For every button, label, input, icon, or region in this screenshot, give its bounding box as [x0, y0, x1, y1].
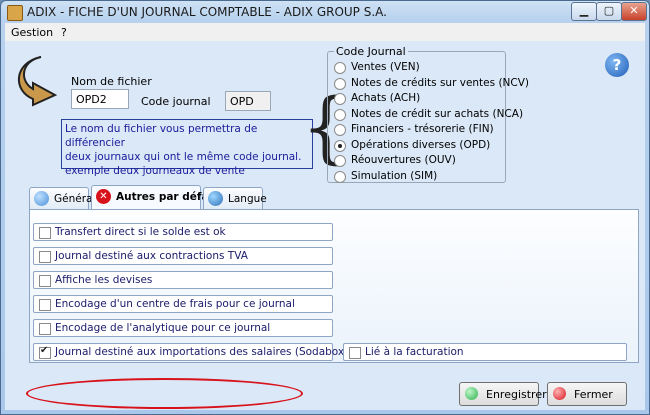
- close-button-label: Fermer: [574, 388, 613, 401]
- note-line: exemple deux journeaux de vente: [65, 165, 245, 177]
- note-line: deux journaux qui ont le même code journ…: [65, 151, 302, 163]
- checkbox[interactable]: [39, 299, 51, 311]
- radio-label: Notes de crédit sur achats (NCA): [351, 107, 524, 120]
- radio-button[interactable]: [334, 139, 346, 152]
- code-journal-label: Code journal: [141, 95, 211, 108]
- option-row[interactable]: Encodage de l'analytique pour ce journal: [33, 319, 333, 337]
- checkbox[interactable]: [39, 251, 51, 263]
- globe-icon: [34, 191, 49, 206]
- checkbox[interactable]: [39, 227, 51, 239]
- option-label: Affiche les devises: [55, 274, 153, 286]
- checkbox[interactable]: [39, 323, 51, 335]
- radio-label: Financiers - trésorerie (FIN): [351, 123, 494, 135]
- form-area: Nom de fichier OPD2 Code journal OPD Le …: [5, 41, 645, 410]
- highlight-ellipse: [26, 378, 303, 409]
- option-label: Journal destiné aux importations des sal…: [55, 346, 349, 358]
- help-icon[interactable]: ?: [605, 53, 629, 77]
- info-note: Le nom du fichier vous permettra de diff…: [61, 119, 313, 177]
- nom-fichier-label: Nom de fichier: [71, 75, 152, 88]
- menu-help[interactable]: ?: [61, 26, 67, 39]
- tab-general[interactable]: Général: [29, 187, 95, 209]
- option-label: Lié à la facturation: [365, 346, 464, 358]
- close-button[interactable]: Fermer: [547, 382, 627, 406]
- option-label: Encodage de l'analytique pour ce journal: [55, 322, 271, 334]
- tab-autres-par-defaut[interactable]: ✕ Autres par défaut: [91, 185, 221, 209]
- radio-label: Achats (ACH): [351, 92, 421, 104]
- code-journal-group: Code Journal Ventes (VEN) Notes de crédit…: [327, 45, 529, 183]
- minimize-button[interactable]: ▁: [571, 2, 597, 21]
- code-journal-field: OPD: [225, 91, 271, 111]
- option-row[interactable]: Transfert direct si le solde est ok: [33, 223, 333, 241]
- radio-button[interactable]: [334, 77, 346, 90]
- menu-bar: Gestion ?: [5, 23, 645, 41]
- group-title: Code Journal: [334, 45, 408, 58]
- earth-icon: [208, 191, 223, 206]
- option-row[interactable]: Journal destiné aux contractions TVA: [33, 247, 333, 265]
- radio-button[interactable]: [334, 124, 346, 136]
- close-window-button[interactable]: ✕: [621, 2, 647, 21]
- cancel-icon: ✕: [96, 189, 111, 204]
- option-label: Journal destiné aux contractions TVA: [55, 250, 248, 262]
- save-button-label: Enregistrer: [486, 388, 547, 401]
- title-bar: ADIX - FICHE D'UN JOURNAL COMPTABLE - AD…: [1, 1, 649, 23]
- checkbox[interactable]: [39, 345, 51, 359]
- radio-button[interactable]: [334, 62, 346, 74]
- save-button[interactable]: Enregistrer: [459, 382, 547, 406]
- checkbox[interactable]: [39, 275, 51, 287]
- radio-label: Ventes (VEN): [351, 61, 420, 73]
- tab-langue[interactable]: Langue: [203, 187, 267, 209]
- radio-label: Simulation (SIM): [351, 169, 438, 182]
- red-circle-icon: [553, 387, 566, 400]
- nom-fichier-input[interactable]: OPD2: [71, 89, 129, 109]
- option-row[interactable]: Affiche les devises: [33, 271, 333, 289]
- green-circle-icon: [465, 387, 478, 400]
- app-icon: [7, 5, 23, 21]
- option-lie-facturation[interactable]: Lié à la facturation: [343, 343, 627, 361]
- radio-button[interactable]: [334, 108, 346, 121]
- main-window: ADIX - FICHE D'UN JOURNAL COMPTABLE - AD…: [0, 0, 650, 415]
- option-row[interactable]: Encodage d'un centre de frais pour ce jo…: [33, 295, 333, 313]
- tab-label: Général: [54, 193, 96, 205]
- option-label: Encodage d'un centre de frais pour ce jo…: [55, 298, 295, 310]
- radio-label: Opérations diverses (OPD): [351, 138, 491, 151]
- radio-label: Réouvertures (OUV): [351, 154, 456, 166]
- option-row[interactable]: Journal destiné aux importations des sal…: [33, 343, 348, 361]
- radio-button[interactable]: [334, 155, 346, 167]
- maximize-button[interactable]: ▢: [596, 2, 622, 21]
- menu-gestion[interactable]: Gestion: [11, 26, 53, 39]
- checkbox[interactable]: [349, 347, 361, 359]
- radio-button[interactable]: [334, 93, 346, 105]
- radio-button[interactable]: [334, 170, 346, 183]
- tab-label: Langue: [228, 193, 267, 205]
- option-label: Transfert direct si le solde est ok: [55, 226, 226, 238]
- curved-arrow-icon: [17, 56, 58, 107]
- window-title: ADIX - FICHE D'UN JOURNAL COMPTABLE - AD…: [27, 5, 387, 19]
- radio-label: Notes de crédits sur ventes (NCV): [351, 76, 530, 89]
- note-line: Le nom du fichier vous permettra de diff…: [65, 123, 258, 149]
